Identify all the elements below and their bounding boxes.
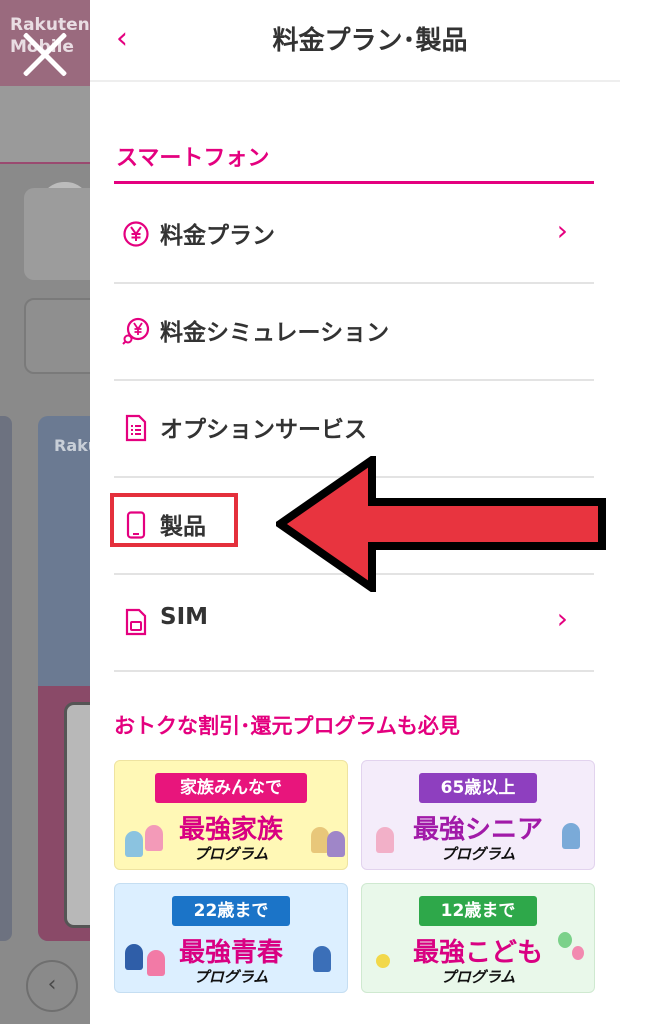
person-illustration <box>562 823 580 849</box>
close-icon[interactable] <box>20 30 70 80</box>
promo-banner-youth[interactable]: 22歳まで 最強青春 プログラム <box>114 883 348 993</box>
promo-subtitle: プログラム <box>440 968 516 986</box>
menu-item-price-simulation[interactable]: 料金シミュレーション <box>114 283 594 381</box>
menu-item-label: 料金シミュレーション <box>160 320 390 346</box>
tile-logo: Rakuten <box>54 436 90 455</box>
phone-image <box>64 702 90 928</box>
chevron-right-icon: › <box>556 602 568 635</box>
person-illustration <box>125 944 143 970</box>
promo-subtitle: プログラム <box>440 845 516 863</box>
promo-tag: 65歳以上 <box>419 773 537 803</box>
promo-banner-family[interactable]: 家族みんなで 最強家族 プログラム <box>114 760 348 870</box>
person-illustration <box>125 831 143 857</box>
sim-icon <box>125 608 147 636</box>
highlight-box <box>110 493 238 547</box>
yen-search-icon <box>122 317 150 345</box>
promo-tag: 12歳まで <box>419 896 537 926</box>
menu-item-label: SIM <box>160 604 209 630</box>
menu-item-label: 料金プラン <box>160 223 275 249</box>
menu-item-price-plan[interactable]: 料金プラン › <box>114 186 594 284</box>
section-title: スマートフォン <box>116 146 270 171</box>
background-banner <box>0 86 90 238</box>
balloon-illustration <box>558 932 572 948</box>
background-card <box>24 188 90 280</box>
document-icon <box>125 414 147 442</box>
promo-banner-kids[interactable]: 12歳まで 最強こども プログラム <box>361 883 595 993</box>
arrow-left-icon <box>276 456 606 592</box>
promo-tag: 家族みんなで <box>155 773 307 803</box>
menu-drawer: ‹ 料金プラン･製品 スマートフォン 料金プラン › 料金シミュレーション オプ… <box>90 0 666 1024</box>
promo-title: 最強シニア <box>412 815 543 845</box>
person-illustration <box>145 825 163 851</box>
promo-banner-senior[interactable]: 65歳以上 最強シニア プログラム <box>361 760 595 870</box>
promo-heading: おトクな割引･還元プログラムも必見 <box>114 714 460 738</box>
person-illustration <box>376 827 394 853</box>
background-page-overlay[interactable]: RakutenMobile Rakuten ‹ <box>0 0 90 1024</box>
background-carousel-tile: Rakuten <box>38 416 90 941</box>
person-illustration <box>147 950 165 976</box>
person-illustration <box>313 946 331 972</box>
person-illustration <box>327 831 345 857</box>
yen-icon <box>123 221 149 247</box>
balloon-illustration <box>376 954 390 968</box>
balloon-illustration <box>572 946 584 960</box>
drawer-header: ‹ 料金プラン･製品 <box>90 0 620 82</box>
promo-tag: 22歳まで <box>172 896 290 926</box>
section-divider <box>114 181 594 184</box>
background-card <box>24 298 90 374</box>
carousel-prev-button[interactable]: ‹ <box>26 960 78 1012</box>
menu-item-label: オプションサービス <box>160 417 367 443</box>
page-title: 料金プラン･製品 <box>272 26 468 56</box>
background-carousel-tile <box>0 416 12 941</box>
chevron-right-icon: › <box>556 214 568 247</box>
